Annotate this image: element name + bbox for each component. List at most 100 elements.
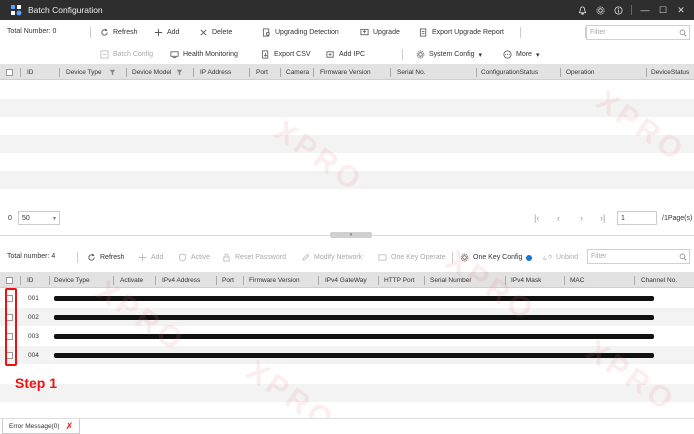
page-total-label: /1Page(s): [662, 215, 693, 222]
col-device-status[interactable]: DeviceStatus: [651, 64, 689, 80]
health-monitoring-button[interactable]: Health Monitoring: [170, 50, 238, 59]
add-button[interactable]: Add: [154, 28, 179, 37]
col-serial-no[interactable]: Serial No.: [397, 64, 426, 80]
col-port[interactable]: Port: [222, 272, 234, 288]
batch-config-button[interactable]: Batch Config: [100, 50, 153, 59]
row-id: 001: [28, 294, 39, 302]
filter-icon[interactable]: [176, 64, 183, 80]
page-number-input[interactable]: 1: [617, 211, 657, 225]
table-row[interactable]: 002: [0, 308, 694, 326]
plus-icon: [154, 28, 163, 37]
col-device-type[interactable]: Device Type: [66, 64, 102, 80]
step-highlight-box: [5, 288, 17, 366]
maximize-button[interactable]: ☐: [654, 0, 672, 20]
one-key-operate-button[interactable]: One Key Operate: [378, 253, 445, 262]
col-id[interactable]: ID: [27, 64, 34, 80]
lock-icon: [223, 253, 230, 262]
panel-splitter[interactable]: ▾: [0, 232, 694, 238]
col-device-model[interactable]: Device Model: [132, 64, 171, 80]
col-port[interactable]: Port: [256, 64, 268, 80]
table-row: [0, 365, 694, 383]
row-id: 002: [28, 313, 39, 321]
info-icon[interactable]: [609, 0, 627, 20]
table-row: [0, 99, 694, 117]
window-title: Batch Configuration: [28, 5, 103, 15]
bell-icon[interactable]: [573, 0, 591, 20]
close-icon: [200, 29, 207, 36]
table-row[interactable]: 004: [0, 346, 694, 364]
col-camera[interactable]: Camera: [286, 64, 309, 80]
batch-config-icon: [100, 50, 109, 59]
col-firmware-version[interactable]: Firmware Version: [320, 64, 371, 80]
chevron-down-icon: ▾: [535, 51, 540, 59]
table-row[interactable]: 001: [0, 289, 694, 307]
gear-icon[interactable]: [591, 0, 609, 20]
refresh-icon: [88, 253, 95, 261]
one-key-config-button[interactable]: One Key Config: [460, 253, 533, 262]
table-row: [0, 117, 694, 135]
col-serial-number[interactable]: Serial Number: [430, 272, 472, 288]
col-ip-address[interactable]: IP Address: [200, 64, 231, 80]
col-device-type[interactable]: Device Type: [54, 272, 90, 288]
col-http-port[interactable]: HTTP Port: [384, 272, 415, 288]
select-all-checkbox[interactable]: [6, 276, 13, 284]
select-all-checkbox[interactable]: [6, 68, 13, 76]
close-button[interactable]: ✕: [672, 0, 690, 20]
error-pin-icon[interactable]: ✗: [66, 421, 74, 432]
top-toolbar: Total Number: 0 Refresh Add Delete Upgra…: [0, 20, 694, 64]
col-mac[interactable]: MAC: [570, 272, 584, 288]
activate-button[interactable]: Active: [178, 253, 210, 262]
col-ipv4-gateway[interactable]: IPv4 GateWay: [325, 272, 367, 288]
add-ipc-button[interactable]: Add IPC: [326, 50, 365, 59]
reset-password-button[interactable]: Reset Password: [222, 253, 286, 262]
filter-icon[interactable]: [109, 64, 116, 80]
more-dropdown[interactable]: More ▾: [503, 50, 539, 59]
online-add-button[interactable]: Add: [138, 253, 163, 262]
col-configuration-status[interactable]: ConfigurationStatus: [481, 64, 538, 80]
next-page-icon[interactable]: ›: [580, 213, 583, 223]
top-filter-input[interactable]: Filter: [586, 25, 690, 40]
export-csv-button[interactable]: Export CSV: [261, 50, 311, 59]
unbind-button[interactable]: Unbind: [543, 253, 578, 262]
top-table-header: ID Device Type Device Model IP Address P…: [0, 64, 694, 80]
col-ipv4-address[interactable]: IPv4 Address: [162, 272, 200, 288]
bottom-total-number-label: Total number: 4: [7, 253, 56, 260]
col-id[interactable]: ID: [27, 272, 34, 288]
first-page-icon[interactable]: |‹: [534, 213, 539, 223]
unlink-icon: [543, 254, 552, 261]
redacted-row-data: [54, 334, 654, 339]
col-activate[interactable]: Activate: [120, 272, 143, 288]
refresh-button[interactable]: Refresh: [100, 28, 138, 37]
upgrade-icon: [360, 28, 369, 36]
plus-icon: [138, 253, 147, 262]
table-row[interactable]: 003: [0, 327, 694, 345]
gear-icon: [416, 50, 425, 59]
system-config-dropdown[interactable]: System Config ▾: [416, 50, 482, 59]
pagination-bar: 0 50 ▾ |‹ ‹ › ›| 1 /1Page(s): [0, 208, 694, 230]
error-message-tab[interactable]: Error Message(0) ✗: [2, 419, 81, 434]
prev-page-icon[interactable]: ‹: [557, 213, 560, 223]
table-row: [0, 135, 694, 153]
last-page-icon[interactable]: ›|: [600, 213, 605, 223]
redacted-row-data: [54, 353, 654, 358]
minimize-button[interactable]: —: [636, 0, 654, 20]
redacted-row-data: [54, 315, 654, 320]
search-icon: [677, 253, 689, 261]
app-logo-icon: [10, 4, 22, 16]
col-ipv4-mask[interactable]: IPv4 Mask: [511, 272, 541, 288]
upgrading-detection-button[interactable]: Upgrading Detection: [262, 28, 339, 37]
delete-button[interactable]: Delete: [199, 28, 232, 37]
col-operation[interactable]: Operation: [566, 64, 595, 80]
table-row: [0, 171, 694, 189]
collapse-handle[interactable]: ▾: [330, 232, 372, 238]
upgrade-button[interactable]: Upgrade: [360, 28, 400, 37]
bottom-filter-input[interactable]: Filter: [587, 249, 690, 264]
export-upgrade-report-button[interactable]: Export Upgrade Report: [419, 28, 504, 37]
page-size-select[interactable]: 50 ▾: [18, 211, 60, 225]
operate-icon: [378, 254, 387, 261]
modify-network-button[interactable]: Modify Network: [301, 253, 362, 262]
col-channel-no[interactable]: Channel No.: [641, 272, 677, 288]
gear-icon: [460, 253, 469, 262]
col-firmware-version[interactable]: Firmware Version: [249, 272, 300, 288]
online-refresh-button[interactable]: Refresh: [87, 253, 125, 262]
